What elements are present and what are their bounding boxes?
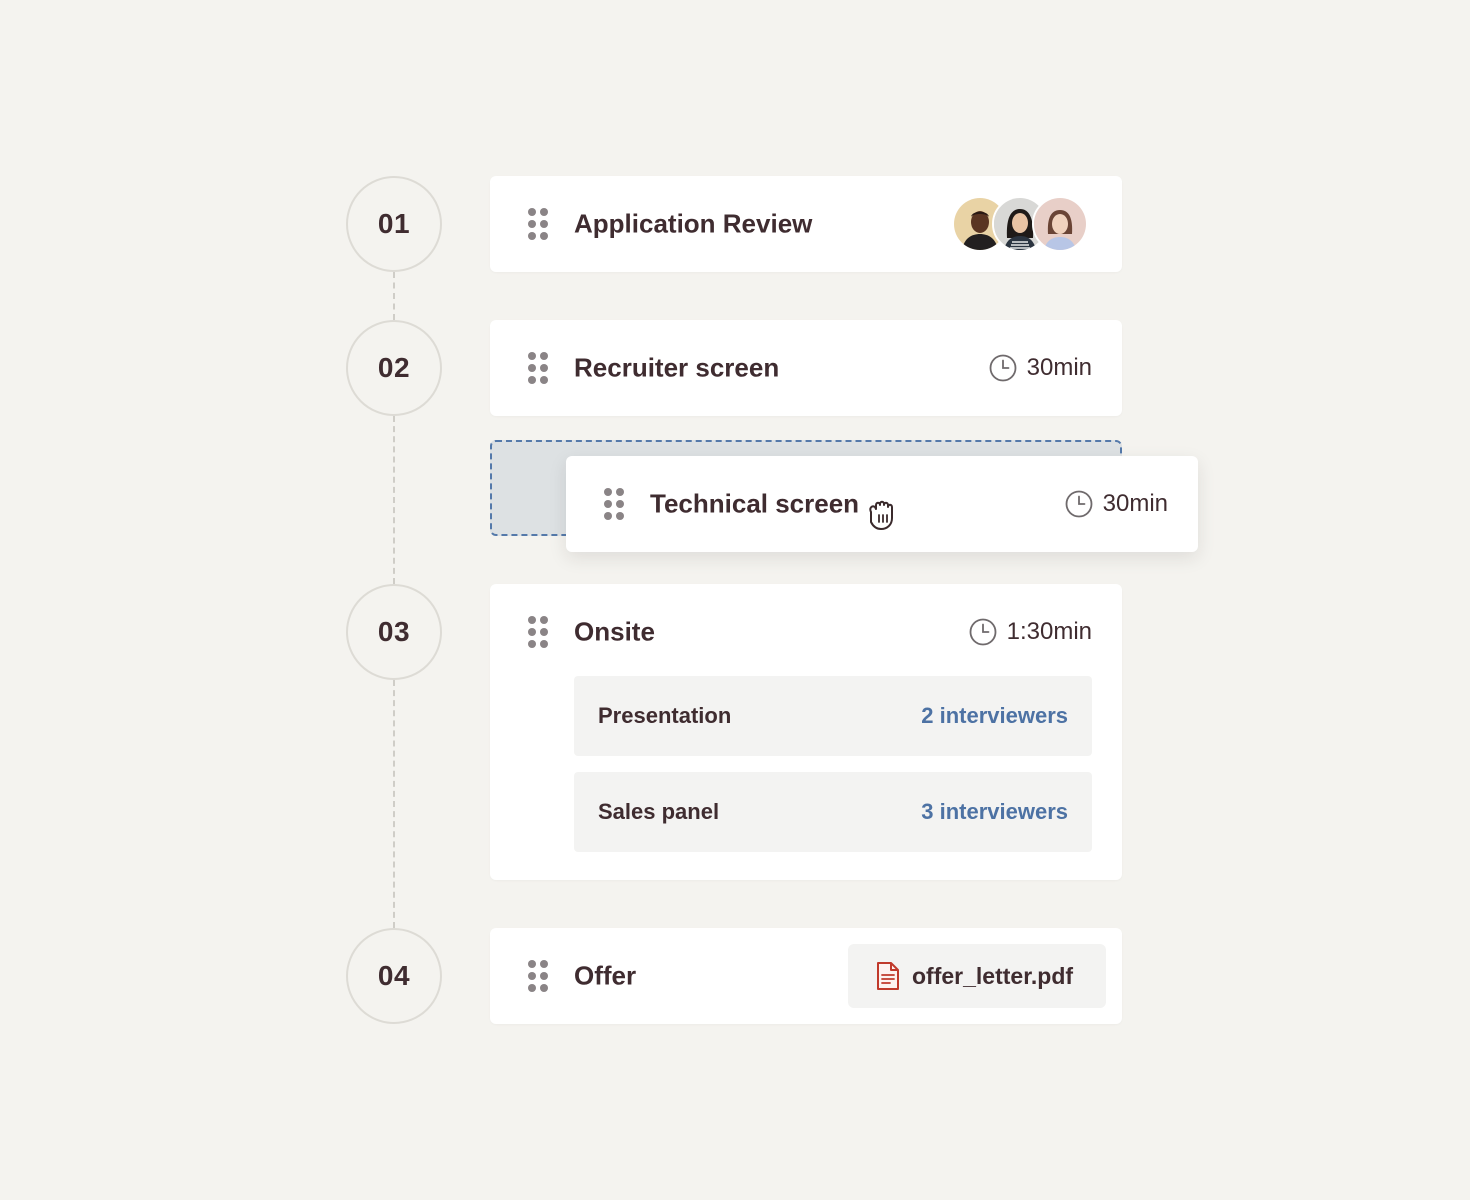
stage-title: Offer [574, 960, 637, 991]
timeline-connector [393, 272, 395, 320]
session-label: Presentation [598, 703, 732, 728]
timeline-connector [393, 680, 395, 928]
step-number: 02 [346, 320, 442, 416]
stage-title: Recruiter screen [574, 352, 780, 383]
interviewer-count-link[interactable]: 2 interviewers [921, 703, 1068, 729]
avatar[interactable] [1032, 196, 1088, 252]
timeline-connector [393, 416, 395, 584]
interviewer-count-link[interactable]: 3 interviewers [921, 799, 1068, 825]
grab-cursor-icon [869, 500, 893, 530]
stage-duration: 1:30min [969, 618, 1092, 646]
drag-handle-icon[interactable] [528, 960, 548, 992]
session-item-presentation[interactable]: Presentation 2 interviewers [574, 676, 1092, 756]
session-item-sales-panel[interactable]: Sales panel 3 interviewers [574, 772, 1092, 852]
stage-duration: 30min [989, 354, 1092, 382]
clock-icon [1065, 490, 1093, 518]
duration-text: 1:30min [1006, 618, 1092, 645]
stage-title: Technical screen [650, 488, 860, 519]
stage-duration: 30min [1065, 490, 1168, 518]
stage-card-application-review[interactable]: Application Review [490, 176, 1122, 272]
stage-card-offer[interactable]: Offer offer_letter.pdf [490, 928, 1122, 1024]
stage-card-recruiter-screen[interactable]: Recruiter screen 30min [490, 320, 1122, 416]
duration-text: 30min [1102, 490, 1168, 517]
attachment-chip[interactable]: offer_letter.pdf [848, 944, 1106, 1008]
step-number: 04 [346, 928, 442, 1024]
pdf-file-icon [877, 962, 899, 990]
duration-text: 30min [1026, 354, 1092, 381]
drag-handle-icon[interactable] [528, 208, 548, 240]
drag-handle-icon[interactable] [528, 352, 548, 384]
attachment-filename: offer_letter.pdf [912, 962, 1074, 989]
clock-icon [989, 354, 1017, 382]
drag-handle-icon[interactable] [604, 488, 624, 520]
interviewer-avatars[interactable] [952, 196, 1088, 252]
stage-title: Application Review [574, 208, 813, 239]
step-number: 01 [346, 176, 442, 272]
drag-handle-icon[interactable] [528, 616, 548, 648]
session-label: Sales panel [598, 799, 720, 824]
step-number: 03 [346, 584, 442, 680]
stage-title: Onsite [574, 616, 655, 647]
stage-card-onsite[interactable]: Onsite 1:30min Presentation 2 interviewe… [490, 584, 1122, 880]
clock-icon [969, 618, 997, 646]
